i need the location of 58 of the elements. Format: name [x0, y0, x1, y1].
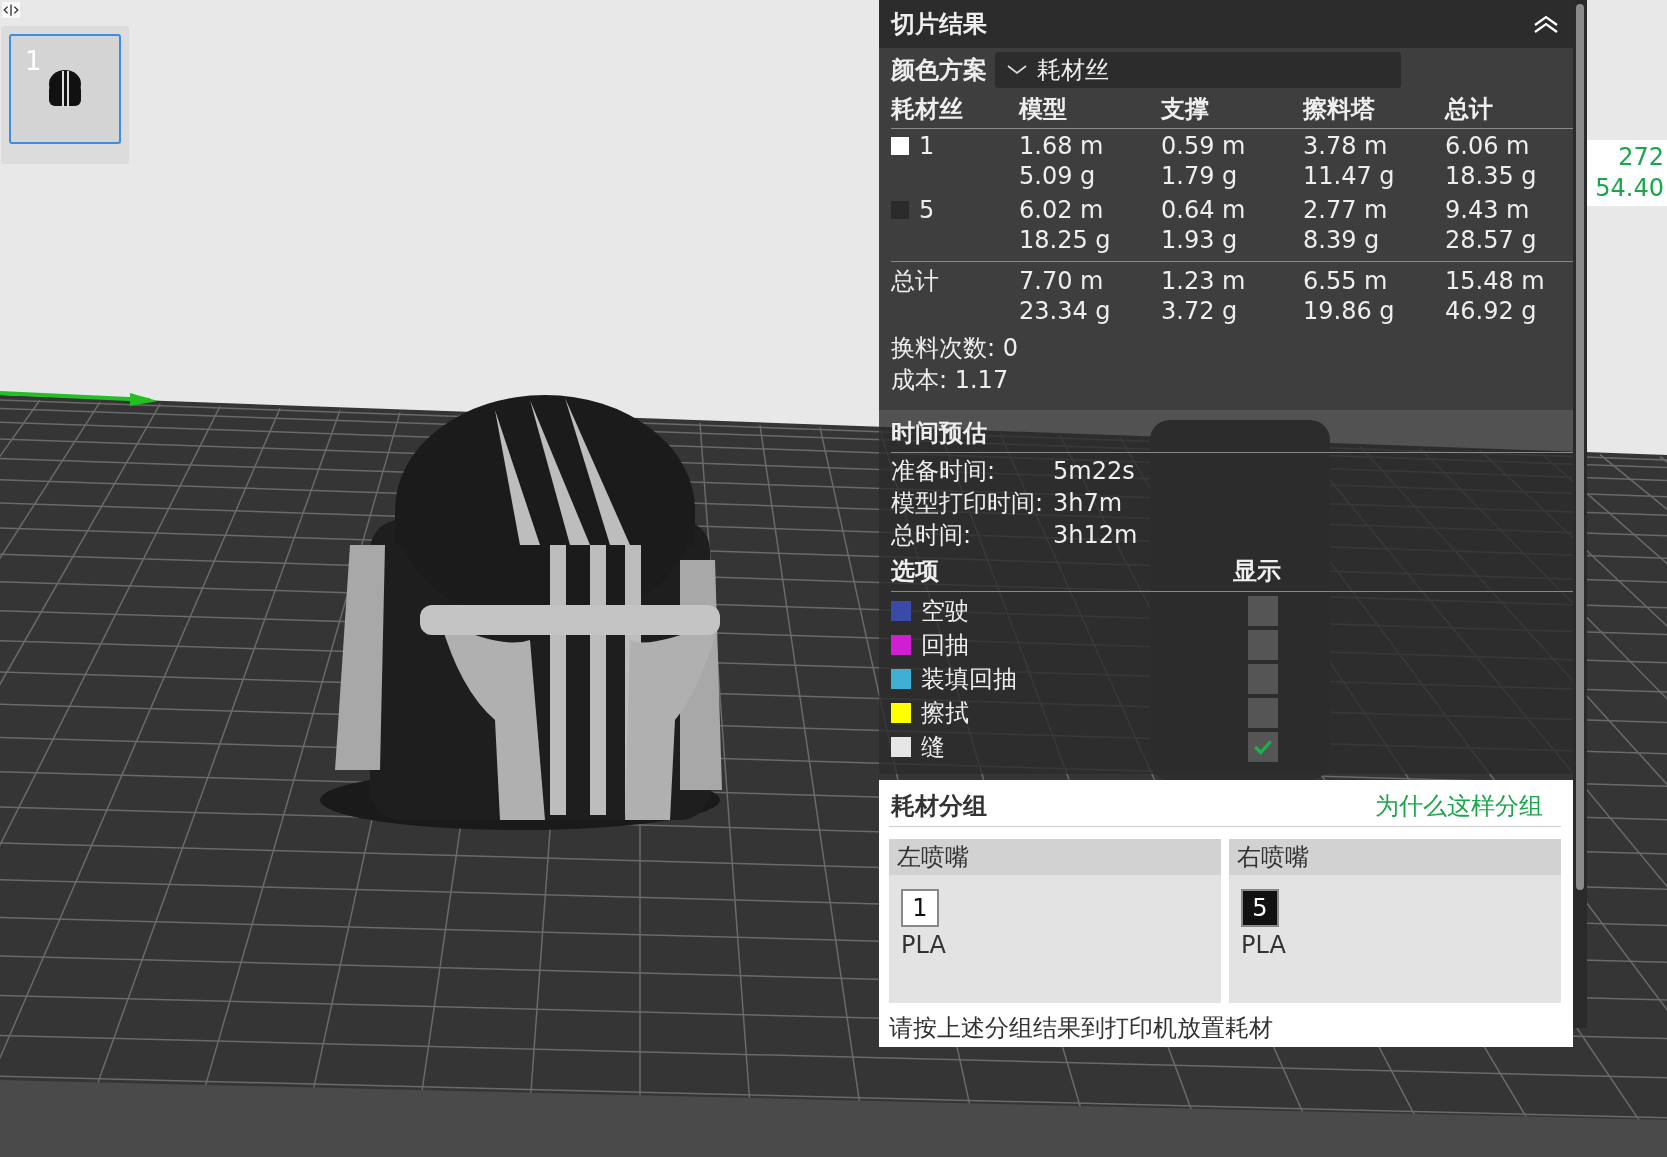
option-label: 装填回抽 [921, 664, 1018, 695]
table-cell-text: 6.55 m 19.86 g [1303, 266, 1396, 326]
show-checkbox[interactable] [1248, 664, 1278, 694]
time-value: 3h7m [1053, 488, 1124, 519]
nozzle-title: 右喷嘴 [1229, 839, 1561, 875]
panel-toggle-icon[interactable] [2, 2, 20, 18]
time-label: 准备时间: [891, 456, 997, 487]
scrollbar[interactable] [1573, 0, 1587, 1028]
time-value: 3h12m [1053, 520, 1139, 551]
nozzle-title: 左喷嘴 [889, 839, 1221, 875]
section-title: 时间预估 [891, 410, 1573, 453]
table-cell-text: 0.64 m 1.93 g [1161, 195, 1247, 255]
why-grouping-link[interactable]: 为什么这样分组 [1375, 790, 1543, 822]
show-checkbox[interactable] [1248, 630, 1278, 660]
column-header: 选项 [891, 556, 940, 587]
column-header: 耗材丝 [891, 94, 964, 125]
show-checkbox[interactable] [1248, 596, 1278, 626]
table-cell-text: 1.68 m 5.09 g [1019, 131, 1105, 191]
coordinate-readout: 272 54.40 [1586, 140, 1667, 206]
caret-icon [1007, 65, 1027, 75]
filament-badge: 5 [1241, 889, 1279, 927]
option-label: 缝 [921, 732, 946, 763]
column-header: 模型 [1019, 94, 1068, 125]
column-header: 显示 [1233, 556, 1282, 587]
column-header: 总计 [1445, 94, 1494, 125]
filament-type: PLA [1241, 931, 1286, 959]
color-scheme-dropdown[interactable]: 耗材丝 [995, 52, 1401, 88]
time-label: 模型打印时间: [891, 488, 1045, 519]
column-header: 擦料塔 [1303, 94, 1376, 125]
color-scheme-label: 颜色方案 [891, 55, 987, 86]
total-label: 总计 [891, 266, 940, 297]
show-checkbox[interactable] [1248, 732, 1278, 762]
panel-title: 切片结果 [891, 9, 987, 40]
filament-number: 1 [919, 131, 935, 161]
time-value: 5m22s [1053, 456, 1136, 487]
filament-badge: 1 [901, 889, 939, 927]
table-cell-text: 9.43 m 28.57 g [1445, 195, 1538, 255]
table-cell-text: 6.02 m 18.25 g [1019, 195, 1112, 255]
filament-type: PLA [901, 931, 946, 959]
time-label: 总时间: [891, 520, 973, 551]
table-cell-text: 2.77 m 8.39 g [1303, 195, 1389, 255]
table-cell-text: 6.06 m 18.35 g [1445, 131, 1538, 191]
option-label: 回抽 [921, 630, 970, 661]
table-cell-text: 7.70 m 23.34 g [1019, 266, 1112, 326]
filament-number: 5 [919, 195, 935, 225]
option-label: 空驶 [921, 596, 970, 627]
collapse-icon[interactable] [1533, 14, 1559, 34]
column-header: 支撑 [1161, 94, 1210, 125]
table-cell-text: 1.23 m 3.72 g [1161, 266, 1247, 326]
stat-text: 成本: 1.17 [891, 365, 1010, 396]
table-cell-text: 0.59 m 1.79 g [1161, 131, 1247, 191]
section-title: 耗材分组 [891, 791, 987, 822]
table-cell-text: 3.78 m 11.47 g [1303, 131, 1396, 191]
stat-text: 换料次数: 0 [891, 333, 1019, 364]
grouping-note: 请按上述分组结果到打印机放置耗材 [889, 1013, 1274, 1043]
option-label: 擦拭 [921, 698, 970, 729]
show-checkbox[interactable] [1248, 698, 1278, 728]
table-cell-text: 15.48 m 46.92 g [1445, 266, 1546, 326]
